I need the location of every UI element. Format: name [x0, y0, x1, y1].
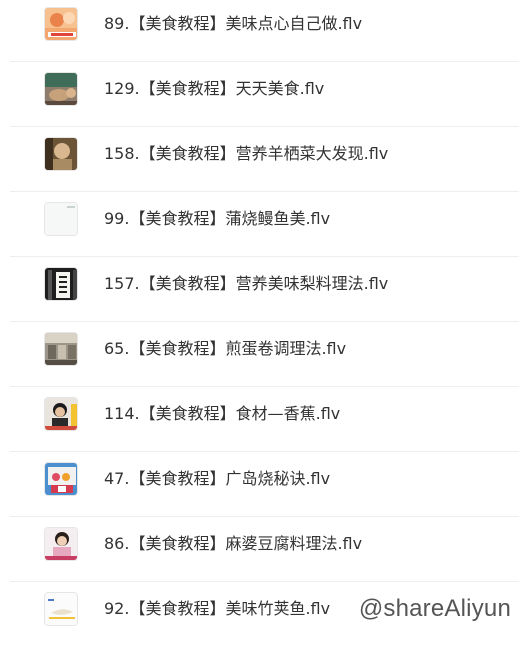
- watermark: @shareAliyun: [358, 595, 511, 622]
- file-name: 157.【美食教程】营养美味梨料理法.flv: [104, 274, 389, 293]
- file-row[interactable]: 114.【美食教程】食材—香蕉.flv: [10, 387, 519, 452]
- file-name: 129.【美食教程】天天美食.flv: [104, 79, 325, 98]
- file-name: 158.【美食教程】营养羊栖菜大发现.flv: [104, 144, 389, 163]
- file-name: 99.【美食教程】蒲烧鳗鱼美.flv: [104, 209, 331, 228]
- file-list: 89.【美食教程】美味点心自己做.flv 129.【美食教程】天天美食.flv …: [0, 0, 519, 635]
- file-name: 65.【美食教程】煎蛋卷调理法.flv: [104, 339, 347, 358]
- presenter-thumbnail: [44, 397, 78, 431]
- stage-thumbnail: [44, 462, 78, 496]
- file-row[interactable]: 157.【美食教程】营养美味梨料理法.flv: [10, 257, 519, 322]
- file-row[interactable]: 99.【美食教程】蒲烧鳗鱼美.flv: [10, 192, 519, 257]
- file-name: 114.【美食教程】食材—香蕉.flv: [104, 404, 341, 423]
- host-thumbnail: [44, 527, 78, 561]
- person-thumbnail: [44, 137, 78, 171]
- file-name: 86.【美食教程】麻婆豆腐料理法.flv: [104, 534, 363, 553]
- file-row[interactable]: 89.【美食教程】美味点心自己做.flv: [10, 0, 519, 62]
- dessert-thumbnail: [44, 7, 78, 41]
- fish-thumbnail: [44, 592, 78, 626]
- sign-thumbnail: [44, 267, 78, 301]
- file-name: 89.【美食教程】美味点心自己做.flv: [104, 14, 363, 33]
- shop-thumbnail: [44, 332, 78, 366]
- blank-thumbnail: [44, 202, 78, 236]
- file-row[interactable]: 65.【美食教程】煎蛋卷调理法.flv: [10, 322, 519, 387]
- file-name: 92.【美食教程】美味竹荚鱼.flv: [104, 599, 331, 618]
- file-row[interactable]: 86.【美食教程】麻婆豆腐料理法.flv: [10, 517, 519, 582]
- file-row[interactable]: 158.【美食教程】营养羊栖菜大发现.flv: [10, 127, 519, 192]
- cooking-thumbnail: [44, 72, 78, 106]
- file-row[interactable]: 129.【美食教程】天天美食.flv: [10, 62, 519, 127]
- file-name: 47.【美食教程】广岛烧秘诀.flv: [104, 469, 331, 488]
- file-row[interactable]: 47.【美食教程】广岛烧秘诀.flv: [10, 452, 519, 517]
